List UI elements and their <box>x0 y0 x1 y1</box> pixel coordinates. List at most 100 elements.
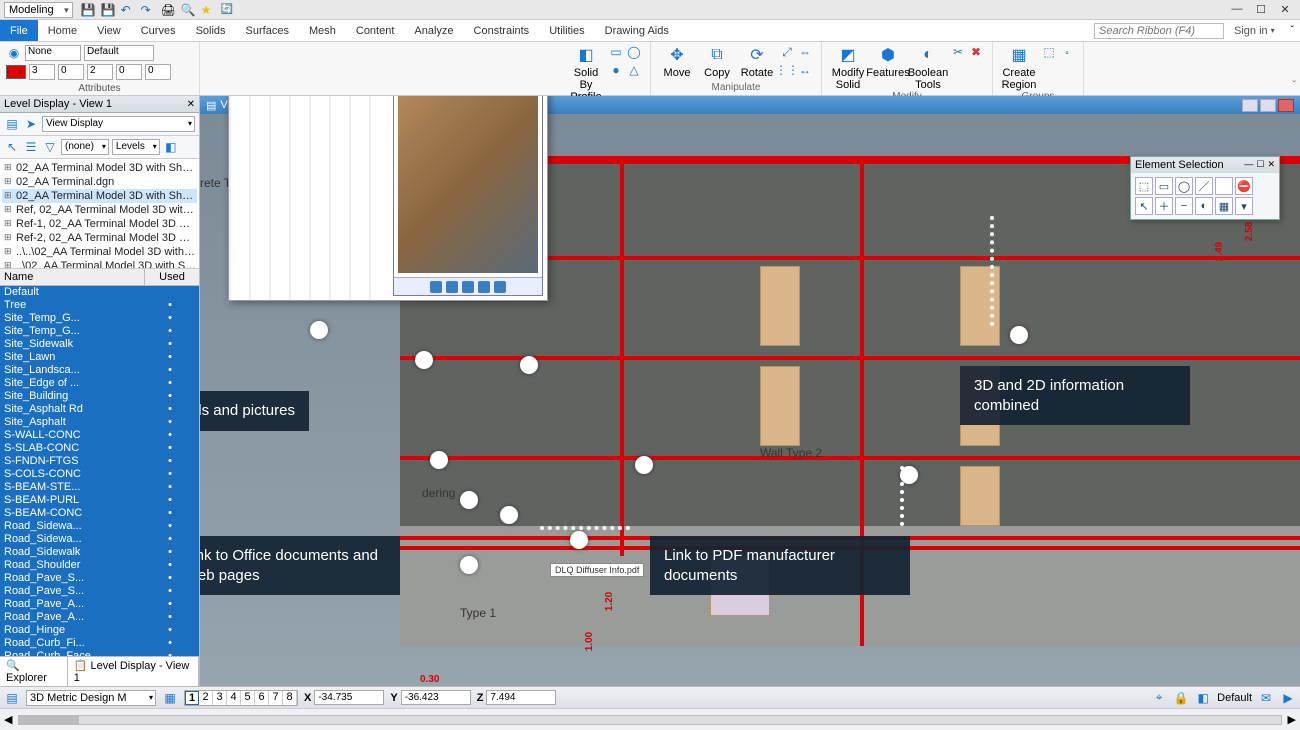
slab-icon[interactable]: ▭ <box>608 44 624 60</box>
hotspot-marker[interactable] <box>460 556 478 574</box>
ribbon-search-input[interactable] <box>1094 23 1224 39</box>
coord-x-input[interactable] <box>314 690 384 705</box>
view-num-6[interactable]: 6 <box>255 691 269 705</box>
workflow-dropdown[interactable]: Modeling <box>4 2 73 18</box>
sel-method-invert-icon[interactable]: ◐ <box>1195 197 1213 215</box>
tree-item[interactable]: Ref-2, 02_AA Terminal Model 3D with Shee… <box>2 231 197 245</box>
modify-solid-button[interactable]: ◩Modify Solid <box>830 44 866 91</box>
filter-none-dropdown[interactable]: (none) <box>61 139 109 155</box>
dialog-close-icon[interactable]: ✕ <box>1267 159 1275 171</box>
tree-item[interactable]: ..\..\02_AA Terminal Model 3D with Sheet… <box>2 245 197 259</box>
level-row[interactable]: Road_Hinge• <box>0 624 199 637</box>
hotspot-marker[interactable] <box>310 321 328 339</box>
minimize-icon[interactable]: — <box>1230 3 1244 16</box>
level-row[interactable]: Site_Building• <box>0 390 199 403</box>
col-name[interactable]: Name <box>0 269 145 285</box>
level-icon[interactable]: ◧ <box>1195 690 1211 706</box>
refresh-icon[interactable] <box>221 3 235 17</box>
hotspot-marker[interactable] <box>635 456 653 474</box>
maximize-icon[interactable]: ☐ <box>1254 3 1268 16</box>
tab-drawing-aids[interactable]: Drawing Aids <box>595 20 679 41</box>
level-row[interactable]: Site_Sidewalk• <box>0 338 199 351</box>
level-row[interactable]: Road_Pave_S...• <box>0 585 199 598</box>
redo-icon[interactable] <box>141 3 155 17</box>
rotate-button[interactable]: ⟳Rotate <box>739 44 775 79</box>
level-row[interactable]: S-COLS-CONC• <box>0 468 199 481</box>
print-icon[interactable] <box>161 3 175 17</box>
tab-constraints[interactable]: Constraints <box>464 20 540 41</box>
level-row[interactable]: Road_Pave_A...• <box>0 611 199 624</box>
view-num-2[interactable]: 2 <box>199 691 213 705</box>
view-num-1[interactable]: 1 <box>185 691 199 705</box>
running-icon[interactable]: ▶ <box>1280 690 1296 706</box>
close-icon[interactable]: ✕ <box>1278 3 1292 16</box>
view-tools-icon[interactable]: ▤ <box>206 99 216 112</box>
cylinder-icon[interactable]: ◯ <box>626 44 642 60</box>
level-row[interactable]: S-FNDN-FTGS• <box>0 455 199 468</box>
tree-item[interactable]: Ref, 02_AA Terminal Model 3D with Sheets… <box>2 203 197 217</box>
sel-mode-block-icon[interactable]: ▭ <box>1155 177 1173 195</box>
element-selection-dialog[interactable]: Element Selection —☐✕ ⬚ ▭ ◯ ／ ⛔ ↖ ＋ − ◐ … <box>1130 156 1280 220</box>
panel-close-icon[interactable]: ✕ <box>187 99 195 110</box>
save-icon[interactable] <box>81 3 95 17</box>
solid-by-profile-button[interactable]: ◧Solid By Profile <box>568 44 604 103</box>
view-num-3[interactable]: 3 <box>213 691 227 705</box>
sel-mode-line-icon[interactable]: ／ <box>1195 177 1213 195</box>
sel-expand-icon[interactable]: ▾ <box>1235 197 1253 215</box>
ribbon-collapse-icon[interactable]: ˇ <box>1285 25 1300 36</box>
view-num-4[interactable]: 4 <box>227 691 241 705</box>
hotspot-marker[interactable] <box>520 356 538 374</box>
tree-icon[interactable]: ☰ <box>23 139 39 155</box>
stretch-icon[interactable]: ↔ <box>797 62 813 78</box>
level-row[interactable]: Site_Landsca...• <box>0 364 199 377</box>
tree-item[interactable]: 02_AA Terminal Model 3D with Sheets.dgn,… <box>2 161 197 175</box>
view-display-dropdown[interactable]: View Display <box>42 116 195 132</box>
undo-icon[interactable] <box>121 3 135 17</box>
level-row[interactable]: Road_Pave_A...• <box>0 598 199 611</box>
tab-surfaces[interactable]: Surfaces <box>236 20 299 41</box>
tab-mesh[interactable]: Mesh <box>299 20 346 41</box>
viewport[interactable]: ▤ View Wall Typ <box>200 96 1300 686</box>
tab-analyze[interactable]: Analyze <box>404 20 463 41</box>
copy-button[interactable]: ⧉Copy <box>699 44 735 79</box>
sel-mode-individual-icon[interactable]: ⬚ <box>1135 177 1153 195</box>
level-row[interactable]: S-BEAM-PURL• <box>0 494 199 507</box>
sel-disable-icon[interactable]: ⛔ <box>1235 177 1253 195</box>
trim-icon[interactable]: ✂ <box>950 44 966 60</box>
tree-item[interactable]: 02_AA Terminal.dgn <box>2 175 197 189</box>
level-row[interactable]: Road_Sidewalk• <box>0 546 199 559</box>
search-icon[interactable] <box>181 3 195 17</box>
dialog-min-icon[interactable]: — <box>1244 159 1253 171</box>
mirror-icon[interactable]: ⇔ <box>797 44 813 60</box>
group-icon[interactable]: ⬚ <box>1041 44 1057 60</box>
transparency-dropdown[interactable]: 0 <box>116 64 142 80</box>
hotspot-marker[interactable] <box>500 506 518 524</box>
tab-level-display[interactable]: 📋 Level Display - View 1 <box>68 657 199 686</box>
sel-method-clear-icon[interactable]: ▦ <box>1215 197 1233 215</box>
lineweight-dropdown[interactable]: 3 <box>29 64 55 80</box>
level-row[interactable]: Road_Sidewa...• <box>0 520 199 533</box>
level-row[interactable]: Tree• <box>0 299 199 312</box>
level-row[interactable]: S-WALL-CONC• <box>0 429 199 442</box>
ribbon-expand-icon[interactable]: ˇ <box>1293 80 1296 91</box>
view-maximize-icon[interactable] <box>1260 99 1276 112</box>
features-button[interactable]: ⬢Features <box>870 44 906 79</box>
filter-icon[interactable]: ▽ <box>42 139 58 155</box>
hotspot-marker[interactable] <box>1010 326 1028 344</box>
hotspot-marker[interactable] <box>460 491 478 509</box>
tree-item[interactable]: 02_AA Terminal Model 3D with Sheets.dgn,… <box>2 189 197 203</box>
view-num-7[interactable]: 7 <box>269 691 283 705</box>
delete-icon[interactable]: ✖ <box>968 44 984 60</box>
level-row[interactable]: Site_Asphalt• <box>0 416 199 429</box>
boolean-button[interactable]: ◐Boolean Tools <box>910 44 946 91</box>
reference-tree[interactable]: 02_AA Terminal Model 3D with Sheets.dgn,… <box>0 159 199 269</box>
level-row[interactable]: Site_Asphalt Rd• <box>0 403 199 416</box>
view-num-5[interactable]: 5 <box>241 691 255 705</box>
element-select-icon[interactable]: ◉ <box>6 45 22 61</box>
tab-curves[interactable]: Curves <box>131 20 186 41</box>
move-button[interactable]: ✥Move <box>659 44 695 79</box>
ungroup-icon[interactable]: ⬞ <box>1059 44 1075 60</box>
priority-dropdown[interactable]: 0 <box>145 64 171 80</box>
message-icon[interactable]: ✉ <box>1258 690 1274 706</box>
refs-icon[interactable]: ▦ <box>162 690 178 706</box>
